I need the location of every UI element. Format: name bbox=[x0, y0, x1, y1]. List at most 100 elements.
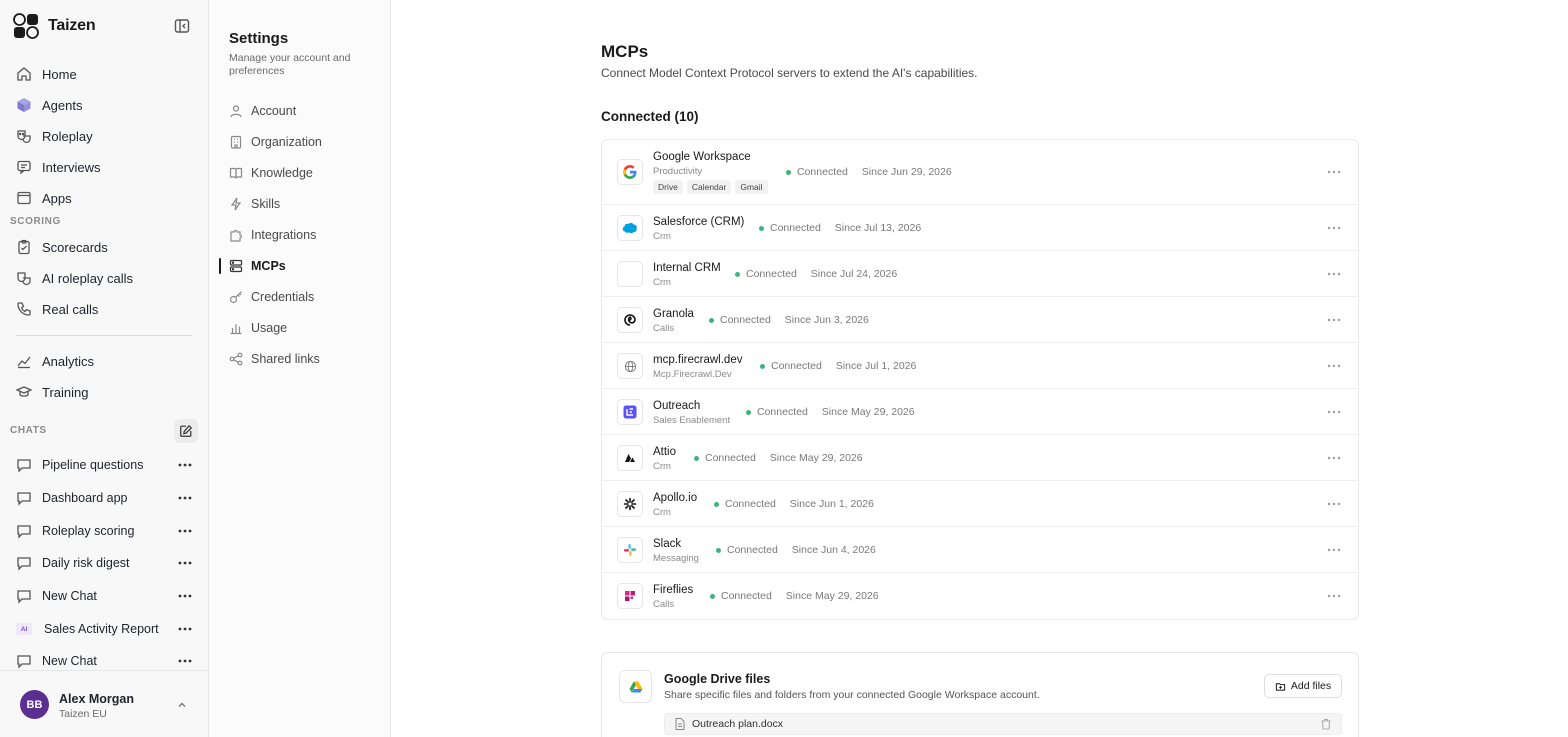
chat-icon bbox=[17, 655, 31, 669]
more-icon[interactable] bbox=[1326, 167, 1342, 177]
chat-title: Daily risk digest bbox=[42, 556, 130, 570]
more-icon[interactable] bbox=[1326, 361, 1342, 371]
add-files-button[interactable]: Add files bbox=[1264, 674, 1342, 698]
settings-item-label: Knowledge bbox=[251, 166, 313, 180]
chat-title: New Chat bbox=[42, 589, 97, 603]
settings-item-organization[interactable]: Organization bbox=[229, 131, 379, 153]
server-name: Outreach bbox=[653, 400, 701, 412]
chat-title: Sales Activity Report bbox=[44, 622, 159, 636]
more-icon[interactable] bbox=[176, 589, 194, 603]
settings-item-shared-links[interactable]: Shared links bbox=[229, 348, 379, 370]
more-icon[interactable] bbox=[176, 458, 194, 472]
more-icon[interactable] bbox=[176, 622, 194, 636]
nav-item-agents[interactable]: Agents bbox=[10, 91, 198, 119]
drive-file-row[interactable]: Outreach plan.docx bbox=[664, 713, 1342, 735]
section-label-chats: CHATS bbox=[10, 425, 47, 436]
more-icon[interactable] bbox=[176, 524, 194, 538]
edit-icon bbox=[180, 424, 193, 437]
status-dot bbox=[714, 501, 719, 507]
more-icon[interactable] bbox=[1326, 499, 1342, 509]
brand[interactable]: Taizen bbox=[12, 12, 96, 40]
server-icon bbox=[229, 259, 243, 273]
mcp-server-row[interactable]: Outreach Sales Enablement Connected Sinc… bbox=[602, 389, 1358, 435]
nav-item-training[interactable]: Training bbox=[10, 378, 198, 406]
attio-icon bbox=[617, 445, 643, 471]
settings-item-skills[interactable]: Skills bbox=[229, 193, 379, 215]
more-icon[interactable] bbox=[176, 556, 194, 570]
user-menu[interactable]: BB Alex Morgan Taizen EU bbox=[0, 670, 208, 737]
settings-item-account[interactable]: Account bbox=[229, 100, 379, 122]
mcp-server-row[interactable]: Fireflies Calls Connected Since May 29, … bbox=[602, 573, 1358, 619]
chat-item[interactable]: Pipeline questions bbox=[10, 452, 198, 478]
chat-item[interactable]: Daily risk digest bbox=[10, 550, 198, 576]
app-sidebar: Taizen Home Agents Roleplay Interviews A… bbox=[0, 0, 209, 737]
mcp-server-row[interactable]: Salesforce (CRM) Crm Connected Since Jul… bbox=[602, 205, 1358, 251]
more-icon[interactable] bbox=[1326, 315, 1342, 325]
chat-item[interactable]: New Chat bbox=[10, 583, 198, 609]
nav-label: Analytics bbox=[42, 353, 95, 369]
more-icon[interactable] bbox=[176, 654, 194, 668]
status-dot bbox=[735, 271, 740, 277]
nav-item-roleplay[interactable]: Roleplay bbox=[10, 122, 198, 150]
home-icon bbox=[17, 67, 31, 81]
key-icon bbox=[229, 291, 242, 304]
status-indicator: Connected Since Jun 1, 2026 bbox=[714, 498, 874, 510]
mcp-server-row[interactable]: Internal CRM Crm Connected Since Jul 24,… bbox=[602, 251, 1358, 297]
nav-item-interviews[interactable]: Interviews bbox=[10, 153, 198, 181]
status-text: Connected bbox=[771, 360, 822, 372]
chat-item[interactable]: Roleplay scoring bbox=[10, 518, 198, 544]
status-text: Connected bbox=[746, 268, 797, 280]
chat-icon bbox=[17, 590, 31, 604]
mcp-server-row[interactable]: Google Workspace Productivity Drive Cale… bbox=[602, 140, 1358, 205]
chat-icon bbox=[17, 557, 31, 571]
settings-item-mcps[interactable]: MCPs bbox=[229, 255, 379, 277]
since-date: Since Jul 24, 2026 bbox=[810, 268, 898, 280]
more-icon[interactable] bbox=[1326, 591, 1342, 601]
settings-item-integrations[interactable]: Integrations bbox=[229, 224, 379, 246]
mcp-server-row[interactable]: Granola Calls Connected Since Jun 3, 202… bbox=[602, 297, 1358, 343]
settings-item-usage[interactable]: Usage bbox=[229, 317, 379, 339]
chat-item[interactable]: AI Sales Activity Report bbox=[10, 616, 198, 642]
masks-icon bbox=[17, 272, 31, 286]
collapse-sidebar-icon[interactable] bbox=[174, 18, 190, 34]
status-text: Connected bbox=[720, 314, 771, 326]
mcp-server-row[interactable]: Slack Messaging Connected Since Jun 4, 2… bbox=[602, 527, 1358, 573]
nav-item-analytics[interactable]: Analytics bbox=[10, 347, 198, 375]
mcp-server-row[interactable]: Attio Crm Connected Since May 29, 2026 bbox=[602, 435, 1358, 481]
trash-icon[interactable] bbox=[1320, 718, 1332, 730]
chat-title: New Chat bbox=[42, 654, 97, 668]
taizen-logo-icon bbox=[13, 13, 39, 39]
nav-item-scorecards[interactable]: Scorecards bbox=[10, 233, 198, 261]
nav-item-real-calls[interactable]: Real calls bbox=[10, 295, 198, 323]
since-date: Since May 29, 2026 bbox=[769, 452, 863, 464]
new-chat-button[interactable] bbox=[174, 419, 198, 443]
server-category: Crm bbox=[653, 461, 671, 472]
server-name: Attio bbox=[653, 446, 677, 458]
cube-icon bbox=[17, 98, 31, 112]
since-date: Since Jul 1, 2026 bbox=[835, 360, 917, 372]
status-dot bbox=[759, 225, 764, 231]
nav-item-apps[interactable]: Apps bbox=[10, 184, 198, 212]
status-dot bbox=[786, 169, 791, 175]
mcp-server-row[interactable]: Apollo.io Crm Connected Since Jun 1, 202… bbox=[602, 481, 1358, 527]
status-text: Connected bbox=[797, 166, 848, 178]
settings-item-credentials[interactable]: Credentials bbox=[229, 286, 379, 308]
nav-item-ai-roleplay-calls[interactable]: AI roleplay calls bbox=[10, 264, 198, 292]
chat-item[interactable]: Dashboard app bbox=[10, 485, 198, 511]
more-icon[interactable] bbox=[1326, 407, 1342, 417]
chevron-up-icon[interactable] bbox=[176, 699, 188, 711]
more-icon[interactable] bbox=[1326, 545, 1342, 555]
status-dot bbox=[746, 409, 751, 415]
app-icon bbox=[17, 191, 31, 205]
status-indicator: Connected Since May 29, 2026 bbox=[746, 406, 915, 418]
more-icon[interactable] bbox=[176, 491, 194, 505]
more-icon[interactable] bbox=[1326, 453, 1342, 463]
granola-icon bbox=[617, 307, 643, 333]
chat-title: Roleplay scoring bbox=[42, 524, 135, 538]
more-icon[interactable] bbox=[1326, 223, 1342, 233]
more-icon[interactable] bbox=[1326, 269, 1342, 279]
nav-item-home[interactable]: Home bbox=[10, 60, 198, 88]
settings-item-knowledge[interactable]: Knowledge bbox=[229, 162, 379, 184]
google-icon bbox=[617, 159, 643, 185]
mcp-server-row[interactable]: mcp.firecrawl.dev Mcp.Firecrawl.Dev Conn… bbox=[602, 343, 1358, 389]
